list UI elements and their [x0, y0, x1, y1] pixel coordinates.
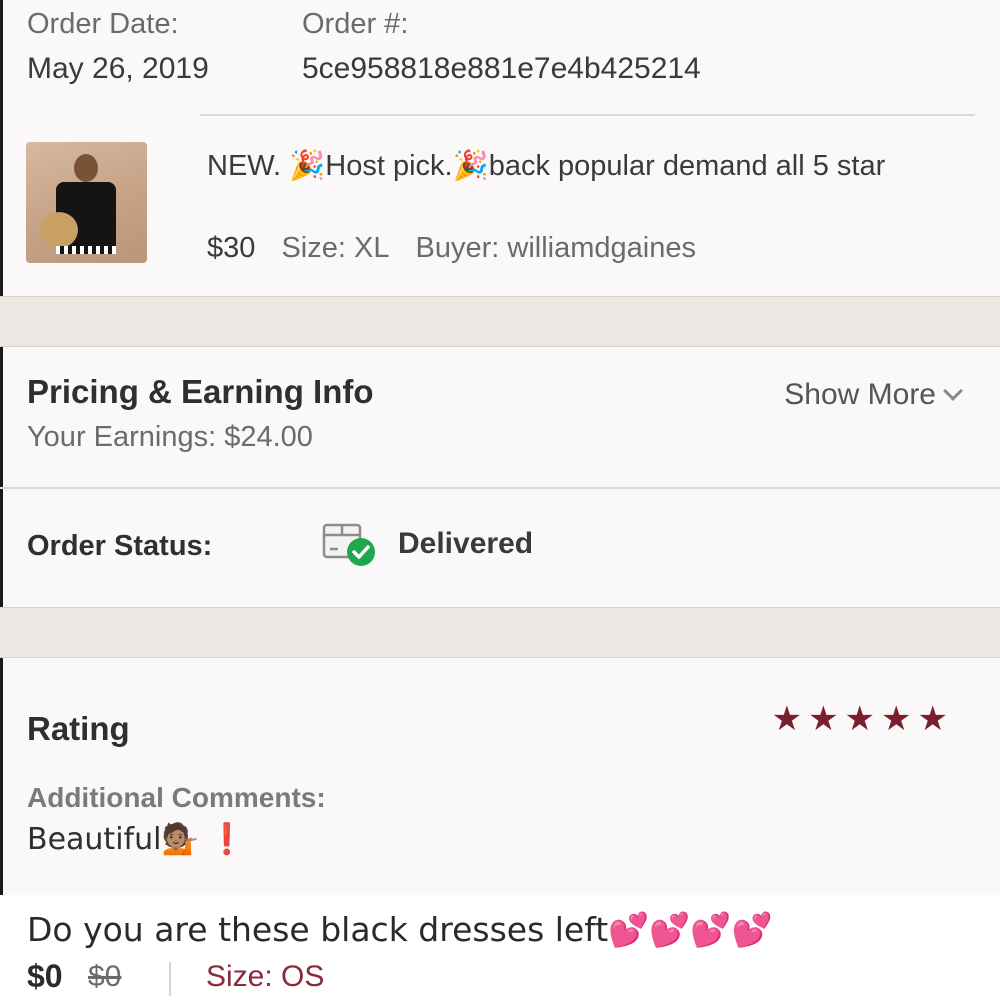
section-separator [0, 296, 1000, 347]
star-rating: ★ ★ ★ ★ ★ [772, 702, 948, 736]
listing-title[interactable]: Do you are these black dresses left💕💕💕💕 [27, 910, 773, 950]
star-icon: ★ [771, 700, 803, 738]
star-icon: ★ [844, 700, 876, 738]
comment-text: Beautiful💁🏽 ❗ [27, 822, 246, 857]
order-date-label: Order Date: [27, 8, 179, 40]
delivered-box-icon [322, 523, 375, 566]
item-size: Size: XL [281, 232, 390, 264]
listing-original-price: $0 [88, 960, 122, 993]
item-title[interactable]: NEW. 🎉Host pick.🎉back popular demand all… [207, 145, 947, 188]
earnings-text: Your Earnings: $24.00 [27, 421, 313, 453]
show-more-button[interactable]: Show More [784, 378, 963, 412]
chevron-down-icon [943, 381, 963, 401]
order-status-value: Delivered [398, 527, 534, 560]
star-icon: ★ [917, 700, 948, 738]
price-size-separator [169, 962, 171, 996]
pricing-section-title: Pricing & Earning Info [27, 373, 374, 410]
order-status-label: Order Status: [27, 530, 213, 562]
rating-label: Rating [27, 710, 130, 747]
item-price: $30 [207, 232, 256, 264]
order-date-value: May 26, 2019 [27, 52, 209, 85]
item-thumbnail[interactable] [26, 142, 147, 263]
item-buyer[interactable]: Buyer: williamdgaines [416, 232, 696, 264]
left-edge-rule [0, 0, 3, 895]
star-icon: ★ [881, 700, 912, 738]
item-meta: $30 Size: XL Buyer: williamdgaines [207, 232, 696, 265]
listing-size: Size: OS [206, 960, 325, 993]
show-more-label: Show More [784, 378, 936, 411]
order-number-label: Order #: [302, 8, 409, 40]
divider [200, 114, 975, 116]
section-separator [0, 607, 1000, 658]
additional-comments-label: Additional Comments: [27, 782, 326, 813]
divider [0, 487, 1000, 489]
star-icon: ★ [808, 700, 839, 738]
listing-price: $0 [27, 958, 63, 994]
order-number-value: 5ce958818e881e7e4b425214 [302, 52, 701, 85]
